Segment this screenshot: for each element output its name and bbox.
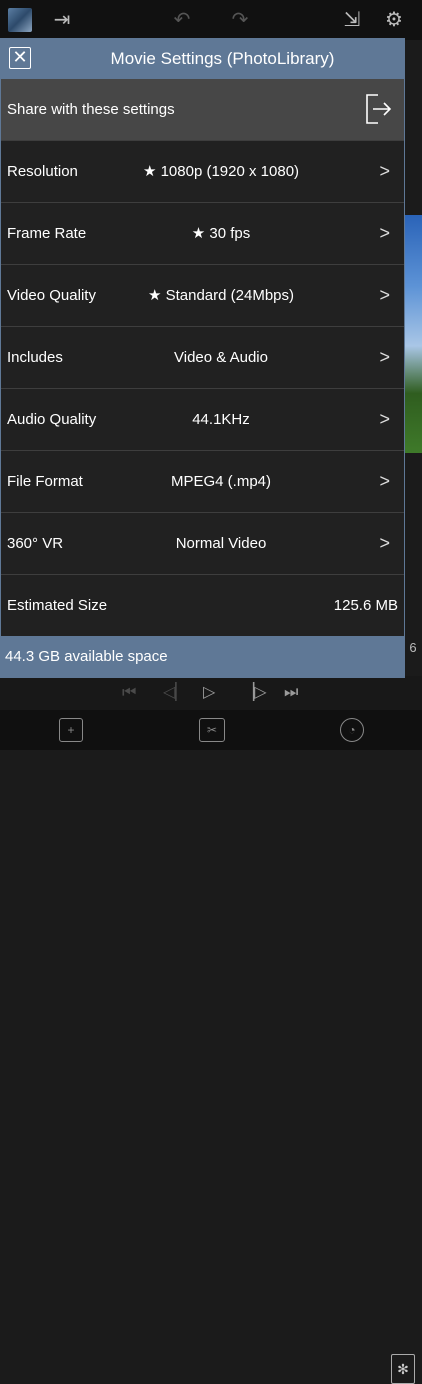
available-space-text: 44.3 GB available space bbox=[5, 648, 168, 665]
chevron-right-icon: > bbox=[379, 533, 390, 553]
share-export-icon bbox=[366, 94, 392, 124]
play-icon[interactable]: ▷ bbox=[203, 682, 215, 704]
setting-value: Normal Video bbox=[175, 535, 267, 552]
movie-settings-dialog: ✕ Movie Settings (PhotoLibrary) Share wi… bbox=[0, 38, 405, 678]
chevron-right-icon: > bbox=[379, 285, 390, 305]
setting-row-file-format[interactable]: File Format MPEG4 (.mp4) > bbox=[1, 450, 404, 512]
setting-value: ★ Standard (24Mbps) bbox=[147, 287, 294, 304]
dialog-title: Movie Settings (PhotoLibrary) bbox=[110, 49, 335, 68]
estimated-size-row: Estimated Size 125.6 MB bbox=[1, 574, 404, 636]
setting-row-video-quality[interactable]: Video Quality ★ Standard (24Mbps) > bbox=[1, 264, 404, 326]
setting-label: Includes bbox=[7, 349, 63, 366]
close-icon[interactable]: ✕ bbox=[9, 47, 31, 69]
setting-label: Video Quality bbox=[7, 287, 96, 304]
add-clip-icon[interactable]: + bbox=[59, 718, 83, 742]
setting-row-resolution[interactable]: Resolution ★ 1080p (1920 x 1080) > bbox=[1, 140, 404, 202]
dialog-header: ✕ Movie Settings (PhotoLibrary) bbox=[1, 39, 404, 79]
setting-value: Video & Audio bbox=[174, 349, 268, 366]
chevron-right-icon: > bbox=[379, 409, 390, 429]
gear-icon[interactable]: ⚙ bbox=[382, 8, 406, 32]
top-toolbar: ⇥ ↶ ↷ ⇲ ⚙ bbox=[0, 0, 422, 40]
setting-label: Resolution bbox=[7, 163, 78, 180]
chevron-right-icon: > bbox=[379, 161, 390, 181]
chevron-right-icon: > bbox=[379, 347, 390, 367]
photo-thumbnail-icon[interactable] bbox=[8, 8, 32, 32]
undo-icon[interactable]: ↶ bbox=[170, 8, 194, 32]
setting-row-audio-quality[interactable]: Audio Quality 44.1KHz > bbox=[1, 388, 404, 450]
estimated-size-label: Estimated Size bbox=[7, 597, 108, 614]
setting-label: Audio Quality bbox=[7, 411, 97, 428]
background-photo bbox=[404, 215, 422, 453]
speed-gauge-icon[interactable]: ◔ bbox=[340, 718, 364, 742]
estimated-size-value: 125.6 MB bbox=[333, 597, 398, 614]
bottom-toolbar: + ✂ ◔ bbox=[0, 710, 422, 750]
setting-label: File Format bbox=[7, 473, 83, 490]
setting-row-360-vr[interactable]: 360° VR Normal Video > bbox=[1, 512, 404, 574]
setting-value: ★ 1080p (1920 x 1080) bbox=[142, 163, 300, 180]
setting-value: MPEG4 (.mp4) bbox=[170, 473, 272, 490]
chevron-right-icon: > bbox=[379, 471, 390, 491]
step-forward-icon[interactable]: ▕▷ bbox=[242, 682, 267, 704]
cut-icon[interactable]: ✂ bbox=[199, 718, 225, 742]
step-back-icon[interactable]: ◁▏ bbox=[163, 682, 188, 704]
background-counter: 6 bbox=[409, 640, 417, 655]
import-icon[interactable]: ⇥ bbox=[50, 8, 74, 32]
redo-icon[interactable]: ↷ bbox=[228, 8, 252, 32]
skip-end-icon[interactable]: ⏭ bbox=[284, 682, 298, 704]
available-space-bar: 44.3 GB available space bbox=[1, 636, 404, 677]
setting-row-includes[interactable]: Includes Video & Audio > bbox=[1, 326, 404, 388]
setting-value: ★ 30 fps bbox=[191, 225, 251, 242]
share-button[interactable]: Share with these settings bbox=[1, 79, 404, 140]
chevron-right-icon: > bbox=[379, 223, 390, 243]
settings-list: Resolution ★ 1080p (1920 x 1080) > Frame… bbox=[1, 140, 404, 636]
setting-label: Frame Rate bbox=[7, 225, 87, 242]
share-label: Share with these settings bbox=[7, 101, 175, 118]
skip-start-icon[interactable]: ⏮ bbox=[122, 682, 136, 704]
playback-bar: ⏮ ◁▏ ▷ ▕▷ ⏭ ✻ bbox=[0, 676, 422, 1384]
snowflake-icon[interactable]: ✻ bbox=[391, 1354, 415, 1384]
setting-row-frame-rate[interactable]: Frame Rate ★ 30 fps > bbox=[1, 202, 404, 264]
setting-value: 44.1KHz bbox=[192, 411, 250, 428]
export-icon[interactable]: ⇲ bbox=[340, 8, 364, 32]
setting-label: 360° VR bbox=[7, 535, 64, 552]
